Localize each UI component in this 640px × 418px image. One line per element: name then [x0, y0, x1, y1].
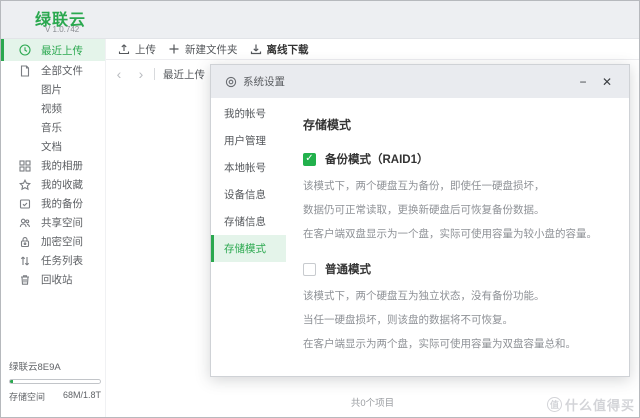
system-settings-dialog: 系统设置 − ✕ 我的帐号 用户管理 本地帐号 设备信息 存储信息 存储模式 存… [210, 64, 630, 377]
trash-icon [19, 274, 31, 286]
sidebar-item-all-files[interactable]: 全部文件 [1, 61, 105, 80]
download-icon [250, 43, 262, 55]
plus-icon [168, 43, 180, 55]
dialog-body: 我的帐号 用户管理 本地帐号 设备信息 存储信息 存储模式 存储模式 ✓ 备份模… [211, 98, 629, 376]
dialog-menu-storage-info[interactable]: 存储信息 [211, 208, 286, 235]
dialog-menu-storage-mode[interactable]: 存储模式 [211, 235, 286, 262]
sidebar-item-shared-space[interactable]: 共享空间 [1, 213, 105, 232]
sidebar-item-label: 回收站 [41, 274, 73, 286]
storage-progress-bar [9, 379, 101, 384]
normal-mode-checkbox[interactable] [303, 262, 316, 276]
sidebar-item-label: 音乐 [41, 122, 62, 134]
close-button[interactable]: ✕ [595, 70, 619, 94]
coin-icon: 值 [546, 397, 562, 412]
lock-icon [19, 236, 31, 248]
menu-item-label: 用户管理 [224, 135, 266, 147]
watermark: 值 什么值得买 [546, 395, 635, 414]
dialog-header[interactable]: 系统设置 − ✕ [211, 65, 629, 98]
app-version: V 1.0.742 [45, 25, 80, 34]
storage-label: 存储空间 [9, 392, 46, 402]
sidebar-item-my-backups[interactable]: 我的备份 [1, 194, 105, 213]
breadcrumb-divider [154, 68, 155, 80]
offline-download-label: 离线下载 [266, 43, 309, 56]
file-icon [19, 64, 31, 77]
sidebar-item-videos[interactable]: 视频 [1, 99, 105, 118]
app-window: 绿联云 V 1.0.742 最近上传 全部文件 图片 视频 音乐 文档 我的相册… [0, 0, 640, 418]
sidebar-item-label: 我的收藏 [41, 179, 83, 191]
backup-mode-checkbox[interactable] [303, 152, 316, 166]
dialog-menu-device-info[interactable]: 设备信息 [211, 181, 286, 208]
sidebar-item-pictures[interactable]: 图片 [1, 80, 105, 99]
sidebar-item-label: 加密空间 [41, 236, 83, 248]
grid-icon [19, 159, 31, 172]
device-name: 绿联云8E9A [9, 362, 61, 373]
star-icon [19, 178, 31, 191]
forward-arrow[interactable]: › [132, 67, 150, 81]
normal-mode-desc: 在客户端显示为两个盘，实际可使用容量为双盘容量总和。 [303, 338, 576, 351]
dialog-menu-local-account[interactable]: 本地帐号 [211, 154, 286, 181]
offline-download-button[interactable]: 离线下载 [250, 42, 309, 57]
new-folder-button[interactable]: 新建文件夹 [168, 42, 238, 57]
sidebar-item-encrypted-space[interactable]: 加密空间 [1, 232, 105, 251]
dialog-title: 系统设置 [243, 76, 285, 88]
sidebar-item-label: 图片 [41, 84, 62, 96]
menu-item-label: 我的帐号 [224, 108, 266, 120]
backup-mode-option[interactable]: 备份模式（RAID1） [303, 151, 613, 167]
app-header: 绿联云 V 1.0.742 [1, 1, 639, 39]
sidebar-item-my-favorites[interactable]: 我的收藏 [1, 175, 105, 194]
menu-item-label: 设备信息 [224, 189, 266, 201]
sidebar-item-label: 视频 [41, 103, 62, 115]
backup-mode-desc: 该模式下，两个硬盘互为备份，即使任一硬盘损坏， [303, 180, 545, 192]
sidebar-item-label: 最近上传 [41, 44, 83, 57]
sidebar-item-recent-uploads[interactable]: 最近上传 [1, 39, 105, 61]
items-count: 共0个项目 [350, 398, 395, 409]
sidebar-item-my-albums[interactable]: 我的相册 [1, 156, 105, 175]
sidebar-item-label: 共享空间 [41, 217, 83, 229]
storage-mode-panel: 存储模式 备份模式（RAID1） 该模式下，两个硬盘互为备份，即使任一硬盘损坏，… [286, 98, 629, 376]
sidebar-item-label: 全部文件 [41, 65, 83, 77]
dialog-menu: 我的帐号 用户管理 本地帐号 设备信息 存储信息 存储模式 [211, 98, 286, 376]
storage-value: 68M/1.8T [62, 390, 101, 400]
panel-title: 存储模式 [303, 118, 352, 132]
sidebar-item-label: 我的备份 [41, 198, 83, 210]
normal-mode-desc: 当任一硬盘损坏，则该盘的数据将不可恢复。 [303, 314, 513, 327]
sidebar-item-label: 我的相册 [41, 160, 83, 172]
new-folder-label: 新建文件夹 [185, 43, 238, 56]
menu-item-label: 存储模式 [224, 243, 266, 255]
breadcrumb-label: 最近上传 [163, 68, 205, 81]
minimize-button[interactable]: − [571, 70, 595, 94]
normal-mode-desc: 该模式下，两个硬盘互为独立状态，没有备份功能。 [303, 290, 545, 303]
normal-mode-label: 普通模式 [325, 264, 371, 277]
sidebar-item-label: 任务列表 [41, 255, 83, 267]
storage-progress-fill [10, 380, 13, 383]
menu-item-label: 存储信息 [224, 216, 266, 228]
tasks-icon [19, 255, 31, 267]
menu-item-label: 本地帐号 [224, 162, 266, 174]
gear-icon [225, 76, 237, 88]
backup-mode-label: 备份模式（RAID1） [325, 154, 429, 166]
sidebar-item-label: 文档 [41, 141, 62, 153]
upload-label: 上传 [135, 43, 156, 56]
backup-mode-desc: 数据仍可正常读取，更换新硬盘后可恢复备份数据。 [303, 204, 545, 217]
dialog-menu-user-management[interactable]: 用户管理 [211, 127, 286, 154]
sidebar-item-recycle-bin[interactable]: 回收站 [1, 270, 105, 289]
sidebar-item-documents[interactable]: 文档 [1, 137, 105, 156]
sidebar-item-task-list[interactable]: 任务列表 [1, 251, 105, 270]
clock-icon [19, 44, 31, 56]
dialog-menu-my-account[interactable]: 我的帐号 [211, 100, 286, 127]
device-storage-panel: 绿联云8E9A 存储空间 68M/1.8T [9, 359, 101, 403]
people-icon [19, 217, 31, 229]
backup-mode-desc: 在客户端双盘显示为一个盘，实际可使用容量为较小盘的容量。 [303, 228, 597, 241]
watermark-text: 什么值得买 [564, 398, 635, 413]
upload-icon [118, 43, 130, 55]
sidebar: 最近上传 全部文件 图片 视频 音乐 文档 我的相册 我的收藏 我的备份 共享空… [1, 39, 106, 417]
back-arrow[interactable]: ‹ [110, 67, 128, 81]
toolbar: 上传 新建文件夹 离线下载 [106, 39, 639, 60]
normal-mode-option[interactable]: 普通模式 [303, 261, 613, 277]
backup-icon [19, 198, 31, 210]
sidebar-item-music[interactable]: 音乐 [1, 118, 105, 137]
upload-button[interactable]: 上传 [118, 42, 156, 57]
